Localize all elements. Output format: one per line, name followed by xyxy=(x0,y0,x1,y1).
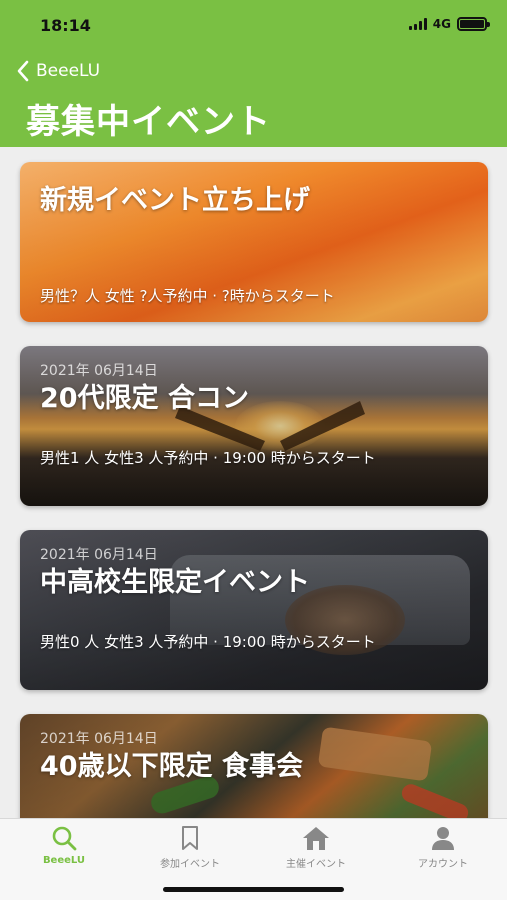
tab-beeelu[interactable]: BeeeLU xyxy=(14,825,114,866)
bookmark-icon xyxy=(182,826,198,850)
header: 18:14 4G BeeeLU 募集中イベント xyxy=(0,0,507,147)
event-card[interactable]: 2021年 06月14日 40歳以下限定 食事会 xyxy=(20,714,488,818)
tab-account[interactable]: アカウント xyxy=(393,825,493,870)
battery-icon xyxy=(457,17,490,31)
tab-joined-events[interactable]: 参加イベント xyxy=(140,825,240,870)
event-title: 20代限定 合コン xyxy=(40,383,249,414)
event-card[interactable]: 2021年 06月14日 20代限定 合コン 男性1 人 女性3 人予約中 · … xyxy=(20,346,488,506)
tab-hosted-events[interactable]: 主催イベント xyxy=(266,825,366,870)
back-button[interactable]: BeeeLU xyxy=(16,60,100,82)
event-info: 男性0 人 女性3 人予約中 · 19:00 時からスタート xyxy=(40,633,376,651)
event-list[interactable]: 新規イベント立ち上げ 男性？人 女性 ?人予約中 · ?時からスタート 2021… xyxy=(0,147,507,818)
event-title: 新規イベント立ち上げ xyxy=(40,185,310,216)
event-card-create[interactable]: 新規イベント立ち上げ 男性？人 女性 ?人予約中 · ?時からスタート xyxy=(20,162,488,322)
event-info: 男性1 人 女性3 人予約中 · 19:00 時からスタート xyxy=(40,449,376,467)
tab-label: 主催イベント xyxy=(286,859,346,870)
network-type: 4G xyxy=(432,17,451,31)
house-icon xyxy=(303,827,329,850)
search-icon xyxy=(52,826,77,851)
status-time: 18:14 xyxy=(40,16,91,35)
signal-icon xyxy=(408,18,427,30)
tab-label: 参加イベント xyxy=(160,859,220,870)
home-indicator[interactable] xyxy=(163,887,344,892)
back-label: BeeeLU xyxy=(36,61,101,81)
chevron-left-icon xyxy=(17,60,29,82)
status-bar: 18:14 4G xyxy=(0,14,507,38)
event-info: 男性？人 女性 ?人予約中 · ?時からスタート xyxy=(40,287,335,305)
event-title: 40歳以下限定 食事会 xyxy=(40,751,303,782)
tab-label: BeeeLU xyxy=(42,855,86,866)
status-indicators: 4G xyxy=(408,17,490,31)
event-title: 中高校生限定イベント xyxy=(40,567,310,598)
event-card[interactable]: 2021年 06月14日 中高校生限定イベント 男性0 人 女性3 人予約中 ·… xyxy=(20,530,488,690)
page-title: 募集中イベント xyxy=(26,102,271,142)
person-icon xyxy=(432,827,454,850)
tab-label: アカウント xyxy=(418,859,468,870)
